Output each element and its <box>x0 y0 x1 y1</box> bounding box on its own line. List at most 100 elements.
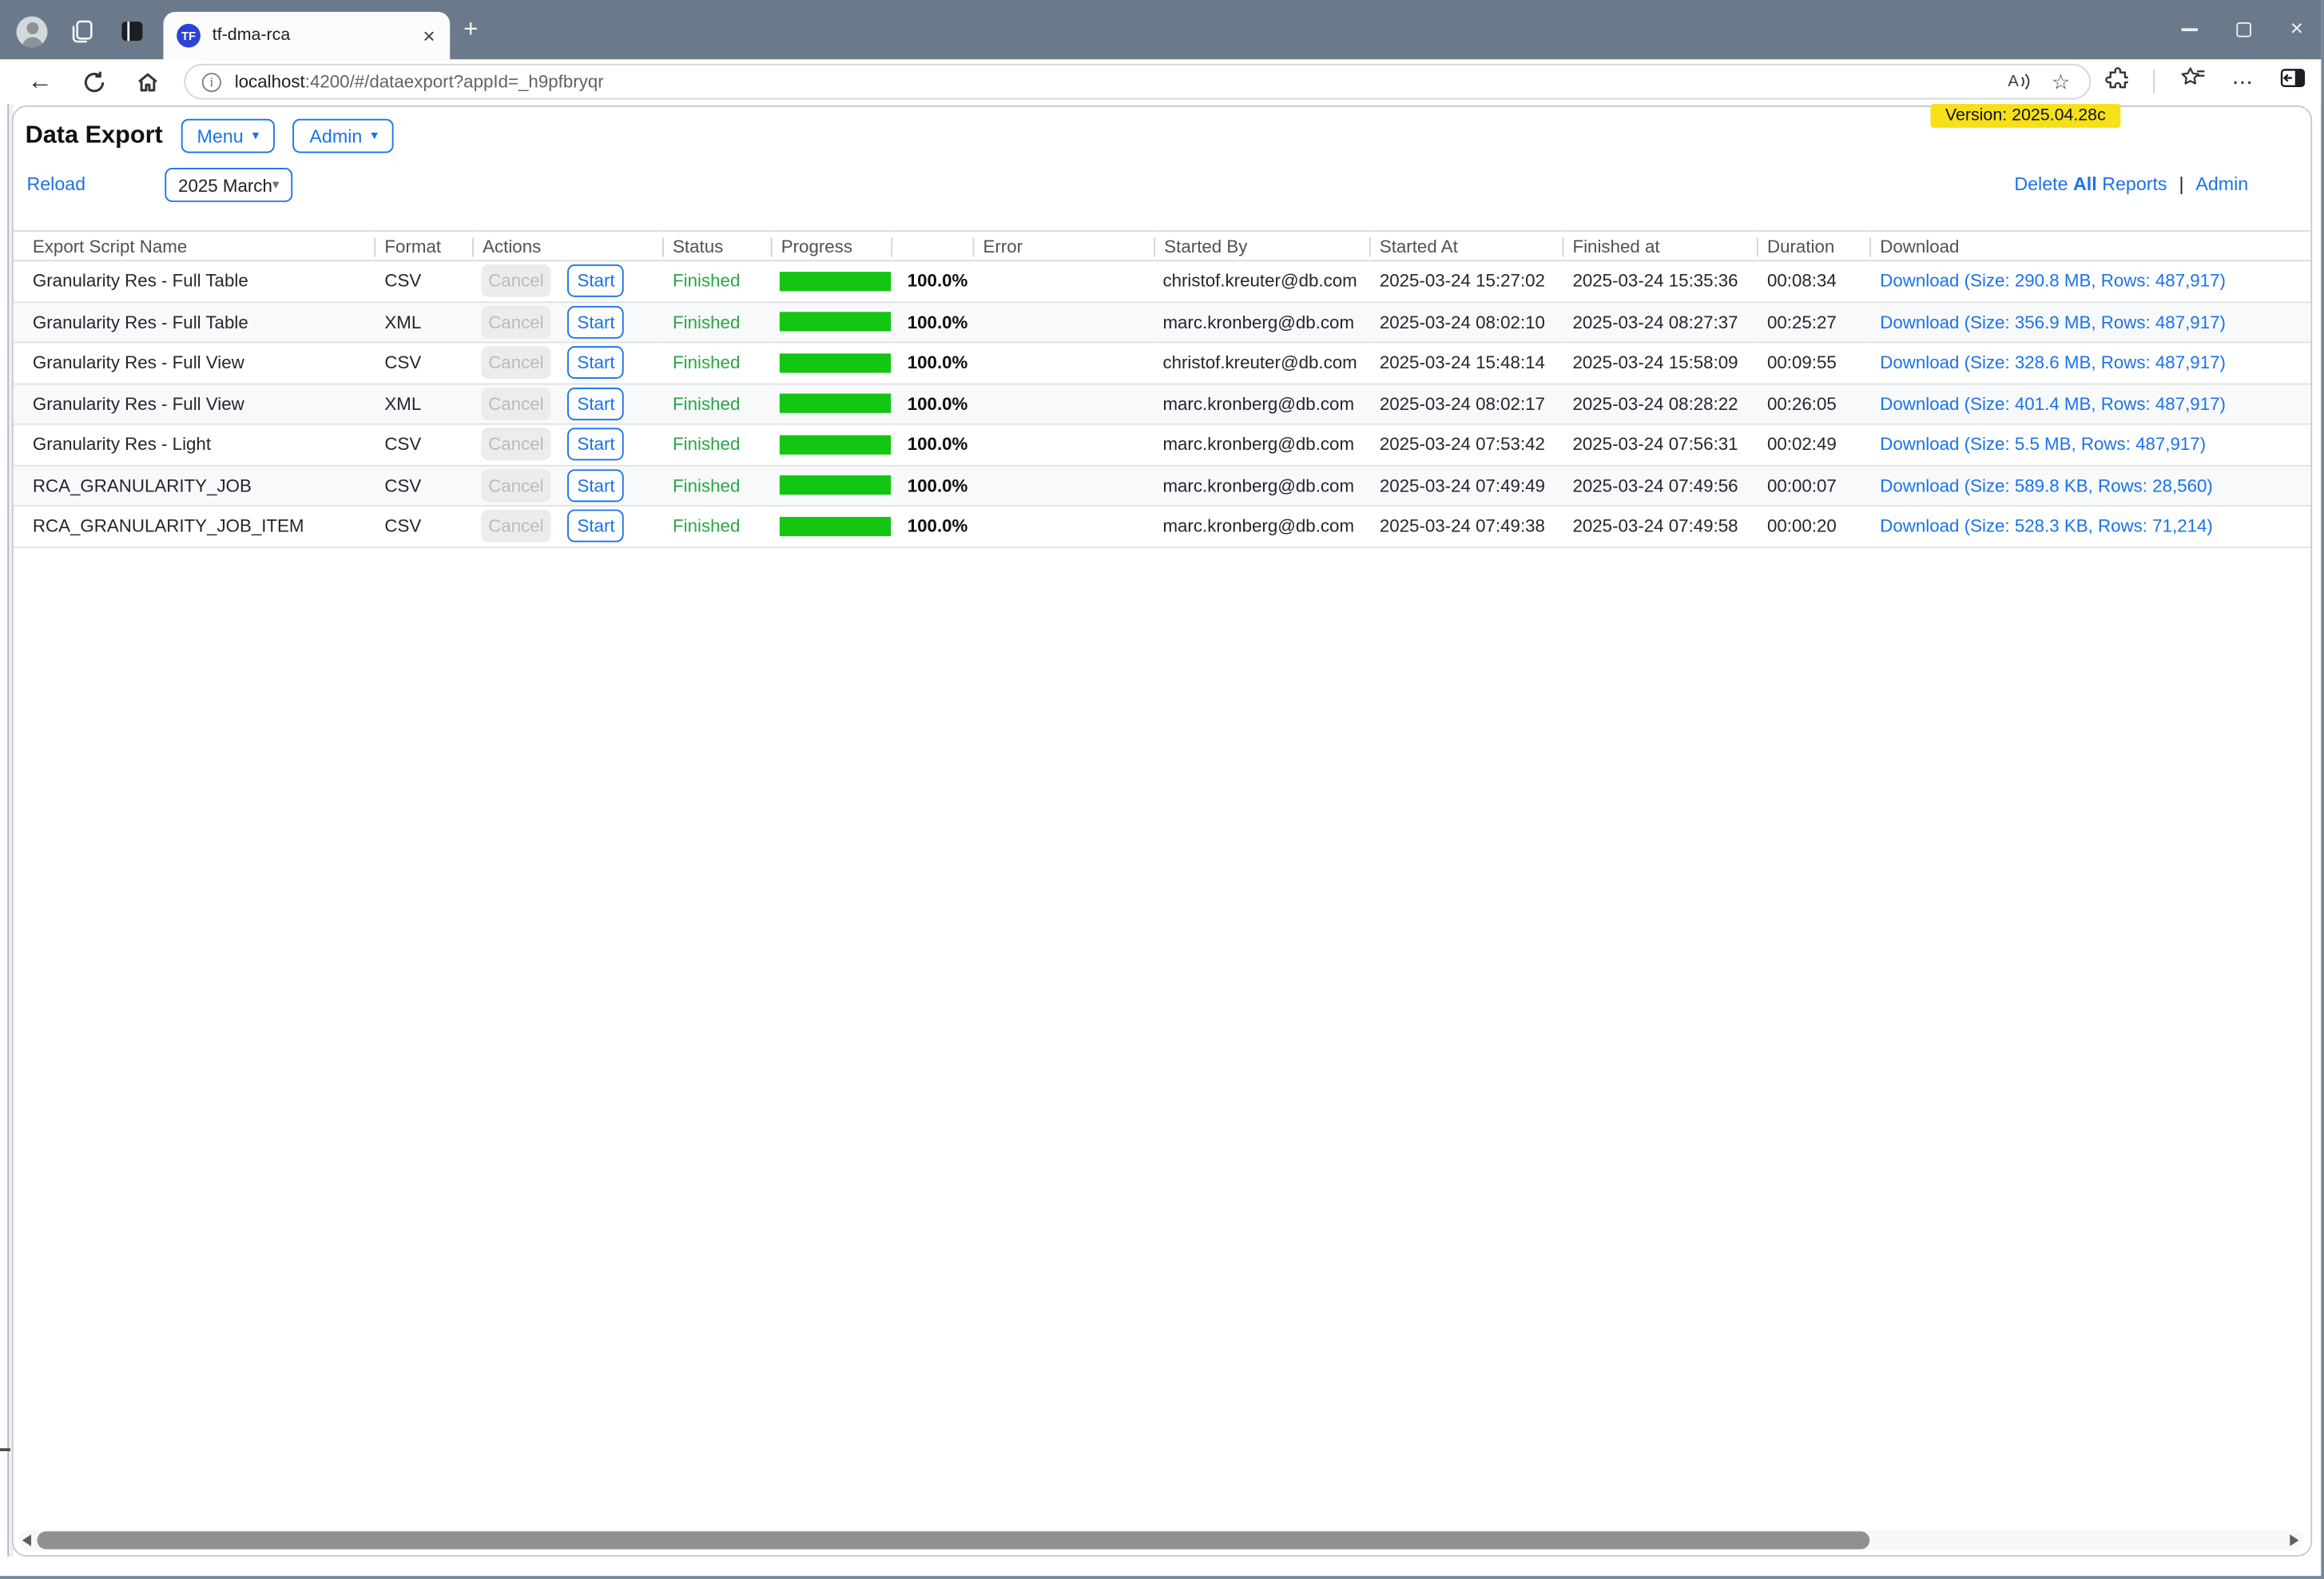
table-header-row: Export Script Name Format Actions Status… <box>14 231 2311 261</box>
horizontal-scrollbar[interactable] <box>19 1530 2305 1551</box>
url-bar[interactable]: i localhost:4200/#/dataexport?appId=_h9p… <box>184 64 2091 100</box>
cancel-button[interactable]: Cancel <box>481 305 550 338</box>
toolbar-divider <box>2153 70 2155 93</box>
progress-percent: 100.0% <box>891 261 972 301</box>
browser-tab[interactable]: TF tf-dma-rca × <box>163 12 450 59</box>
progress-bar <box>780 435 891 454</box>
settings-more-icon[interactable]: ⋯ <box>2232 69 2254 94</box>
col-header-export-script-name: Export Script Name <box>14 231 375 261</box>
download-link[interactable]: Download (Size: 401.4 MB, Rows: 487,917) <box>1880 393 2226 414</box>
workspaces-icon[interactable] <box>69 18 95 44</box>
cell-started-at: 2025-03-24 07:49:38 <box>1369 506 1563 547</box>
cancel-button[interactable]: Cancel <box>481 388 550 420</box>
refresh-button[interactable] <box>71 62 116 101</box>
delete-all-reports-link[interactable]: Delete All Reports <box>2014 173 2167 194</box>
col-header-started-by: Started By <box>1154 231 1369 261</box>
progress-percent: 100.0% <box>891 342 972 383</box>
cell-progress <box>771 506 892 547</box>
col-header-percent <box>891 231 972 261</box>
tab-close-icon[interactable]: × <box>423 24 435 48</box>
scroll-right-icon[interactable] <box>2290 1534 2298 1546</box>
cell-format: CSV <box>374 261 472 301</box>
cell-error <box>973 301 1154 342</box>
cancel-button[interactable]: Cancel <box>481 347 550 380</box>
export-table: Export Script Name Format Actions Status… <box>14 230 2311 547</box>
start-button[interactable]: Start <box>568 305 625 338</box>
browser-window: TF tf-dma-rca × + × ← i <box>0 0 2324 1579</box>
col-header-actions: Actions <box>472 231 662 261</box>
browser-toolbar: ← i localhost:4200/#/dataexport?appId=_h… <box>0 59 2321 104</box>
new-tab-button[interactable]: + <box>463 15 478 45</box>
cell-download: Download (Size: 401.4 MB, Rows: 487,917) <box>1869 384 2310 424</box>
cancel-button[interactable]: Cancel <box>481 469 550 502</box>
url-text[interactable]: localhost:4200/#/dataexport?appId=_h9pfb… <box>235 71 2008 92</box>
cell-started-at: 2025-03-24 07:49:49 <box>1369 465 1563 506</box>
cell-progress <box>771 301 892 342</box>
download-link[interactable]: Download (Size: 589.8 KB, Rows: 28,560) <box>1880 475 2213 495</box>
cell-actions: Cancel Start <box>472 465 662 506</box>
cell-started-by: marc.kronberg@db.com <box>1154 424 1369 465</box>
table-row: Granularity Res - Full View CSV Cancel S… <box>14 342 2311 383</box>
favorite-star-icon[interactable]: ☆ <box>2052 69 2070 94</box>
home-button[interactable] <box>125 62 169 101</box>
read-aloud-icon[interactable]: A <box>2008 73 2032 90</box>
cell-error <box>973 261 1154 301</box>
chevron-down-icon: ▾ <box>371 128 377 144</box>
download-link[interactable]: Download (Size: 5.5 MB, Rows: 487,917) <box>1880 434 2206 455</box>
cell-finished-at: 2025-03-24 07:49:58 <box>1562 506 1757 547</box>
start-button[interactable]: Start <box>568 428 625 461</box>
cell-started-by: marc.kronberg@db.com <box>1154 301 1369 342</box>
download-link[interactable]: Download (Size: 290.8 MB, Rows: 487,917) <box>1880 271 2226 292</box>
start-button[interactable]: Start <box>568 388 625 420</box>
collections-icon[interactable] <box>2180 66 2207 98</box>
window-close-button[interactable]: × <box>2290 22 2303 38</box>
scroll-left-icon[interactable] <box>22 1534 31 1546</box>
download-link[interactable]: Download (Size: 356.9 MB, Rows: 487,917) <box>1880 312 2226 332</box>
table-body: Granularity Res - Full Table CSV Cancel … <box>14 261 2311 547</box>
status-text: Finished <box>662 261 771 301</box>
cell-export-script-name: Granularity Res - Full Table <box>14 261 375 301</box>
tab-favicon-icon: TF <box>177 24 201 48</box>
month-selector[interactable]: 2025 March ▾ <box>165 168 292 202</box>
cell-actions: Cancel Start <box>472 301 662 342</box>
status-text: Finished <box>662 301 771 342</box>
tab-actions-icon[interactable] <box>119 18 145 44</box>
start-button[interactable]: Start <box>568 510 625 543</box>
cell-finished-at: 2025-03-24 15:58:09 <box>1562 342 1757 383</box>
sidebar-toggle-icon[interactable] <box>2279 66 2306 98</box>
start-button[interactable]: Start <box>568 347 625 380</box>
scrollbar-thumb[interactable] <box>37 1531 1869 1549</box>
cancel-button[interactable]: Cancel <box>481 510 550 543</box>
progress-percent: 100.0% <box>891 384 972 424</box>
admin-button[interactable]: Admin▾ <box>293 119 394 153</box>
window-maximize-button[interactable] <box>2237 22 2252 38</box>
tab-title: tf-dma-rca <box>213 26 423 44</box>
cell-download: Download (Size: 328.6 MB, Rows: 487,917) <box>1869 342 2310 383</box>
cell-error <box>973 342 1154 383</box>
progress-percent: 100.0% <box>891 424 972 465</box>
cell-progress <box>771 261 892 301</box>
cell-duration: 00:02:49 <box>1757 424 1869 465</box>
reload-link[interactable]: Reload <box>26 173 85 194</box>
profile-avatar-icon[interactable] <box>16 16 47 47</box>
back-button[interactable]: ← <box>18 62 62 101</box>
start-button[interactable]: Start <box>568 264 625 297</box>
chevron-down-icon: ▾ <box>252 128 259 144</box>
status-text: Finished <box>662 424 771 465</box>
admin-link[interactable]: Admin <box>2195 173 2248 194</box>
window-minimize-button[interactable] <box>2182 28 2198 31</box>
cell-actions: Cancel Start <box>472 384 662 424</box>
col-header-status: Status <box>662 231 771 261</box>
cancel-button[interactable]: Cancel <box>481 264 550 297</box>
cell-duration: 00:00:20 <box>1757 506 1869 547</box>
cancel-button[interactable]: Cancel <box>481 428 550 461</box>
table-row: RCA_GRANULARITY_JOB_ITEM CSV Cancel Star… <box>14 506 2311 547</box>
cell-started-by: christof.kreuter@db.com <box>1154 342 1369 383</box>
menu-button[interactable]: Menu▾ <box>181 119 276 153</box>
start-button[interactable]: Start <box>568 469 625 502</box>
download-link[interactable]: Download (Size: 528.3 KB, Rows: 71,214) <box>1880 515 2213 536</box>
download-link[interactable]: Download (Size: 328.6 MB, Rows: 487,917) <box>1880 352 2226 373</box>
site-info-icon[interactable]: i <box>202 72 221 91</box>
extensions-puzzle-icon[interactable] <box>2103 66 2128 98</box>
progress-percent: 100.0% <box>891 465 972 506</box>
